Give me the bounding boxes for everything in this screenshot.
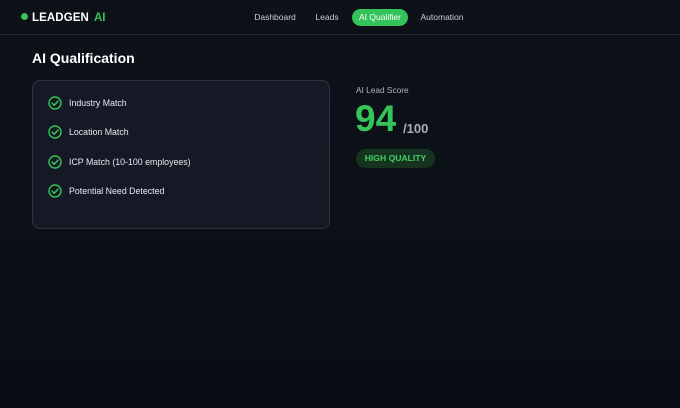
lead-score-label: AI Lead Score <box>356 85 409 95</box>
checklist-item-location: Location Match <box>48 125 129 139</box>
checklist-item-icp: ICP Match (10-100 employees) <box>48 155 191 169</box>
nav-leads[interactable]: Leads <box>310 9 344 26</box>
checklist-label: Potential Need Detected <box>69 186 165 196</box>
check-circle-icon <box>48 125 62 139</box>
qualification-checklist-card: Industry Match Location Match ICP Match … <box>32 80 330 229</box>
main-nav: Dashboard Leads AI Qualifier Automation <box>0 9 680 26</box>
checklist-label: ICP Match (10-100 employees) <box>69 157 191 167</box>
top-navigation-bar: LEADGEN AI Dashboard Leads AI Qualifier … <box>0 0 680 35</box>
nav-ai-qualifier[interactable]: AI Qualifier <box>352 9 408 26</box>
nav-dashboard[interactable]: Dashboard <box>249 9 301 26</box>
checklist-label: Location Match <box>69 127 129 137</box>
check-circle-icon <box>48 184 62 198</box>
checklist-label: Industry Match <box>69 98 127 108</box>
lead-score-value: 94 <box>355 98 397 139</box>
page-title: AI Qualification <box>32 50 135 66</box>
lead-score-max: /100 <box>403 121 429 136</box>
check-circle-icon <box>48 96 62 110</box>
checklist-item-industry: Industry Match <box>48 96 127 110</box>
check-circle-icon <box>48 155 62 169</box>
nav-automation[interactable]: Automation <box>417 9 467 26</box>
quality-badge: HIGH QUALITY <box>356 149 435 168</box>
checklist-item-need: Potential Need Detected <box>48 184 164 198</box>
